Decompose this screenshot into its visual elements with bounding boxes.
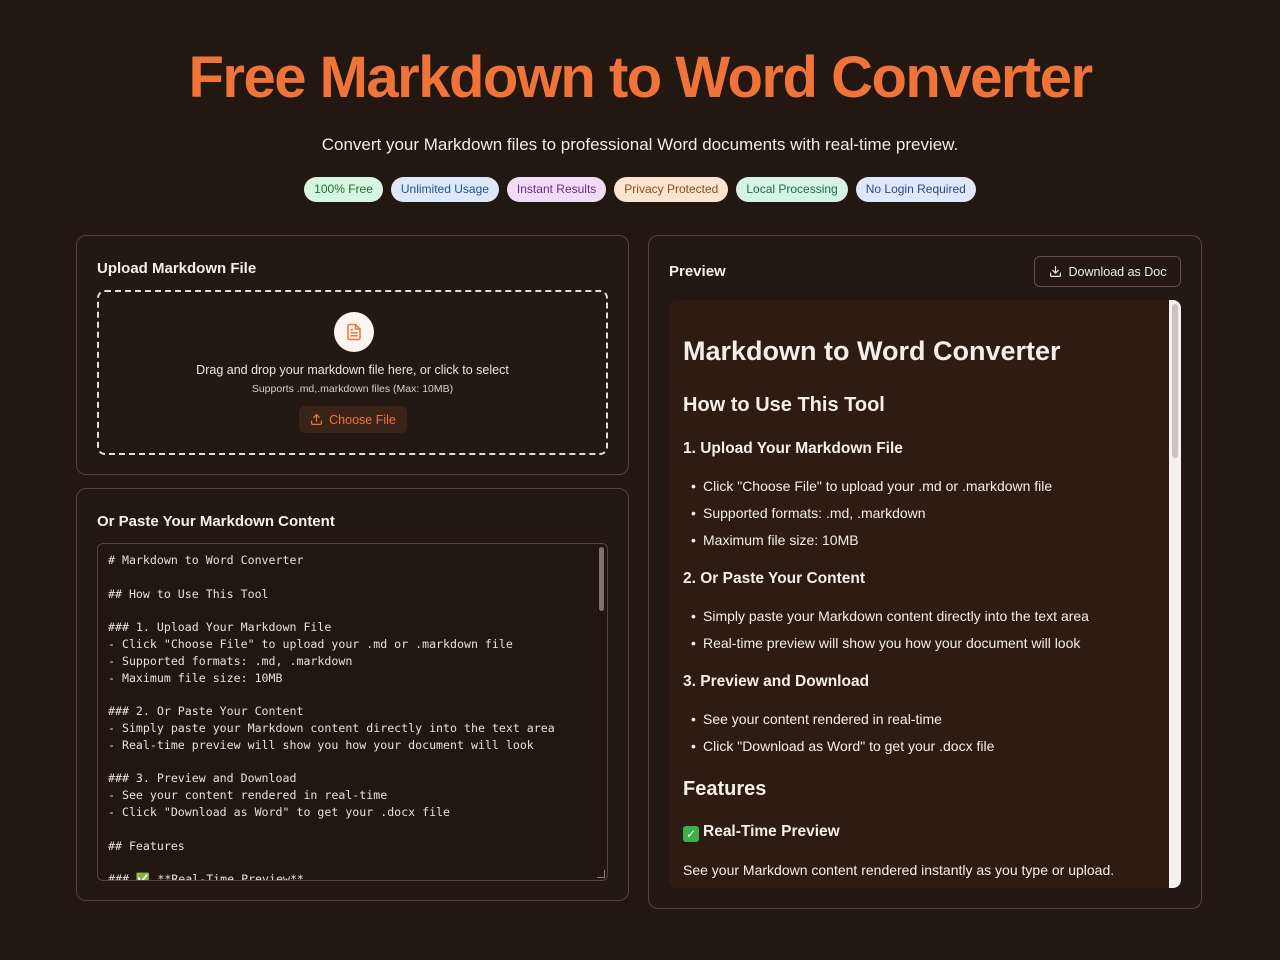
- choose-file-button[interactable]: Choose File: [299, 406, 407, 433]
- preview-heading-step1: 1. Upload Your Markdown File: [683, 440, 903, 457]
- upload-icon: [311, 414, 323, 425]
- download-doc-button[interactable]: Download as Doc: [1034, 256, 1181, 287]
- textarea-resize-handle[interactable]: [597, 870, 605, 878]
- badge-privacy: Privacy Protected: [614, 177, 729, 202]
- preview-heading-step3: 3. Preview and Download: [683, 673, 870, 690]
- preview-heading-step2: 2. Or Paste Your Content: [683, 570, 866, 587]
- badge-instant: Instant Results: [506, 177, 607, 202]
- upload-card-title: Upload Markdown File: [97, 260, 257, 277]
- choose-file-label: Choose File: [329, 412, 396, 427]
- file-icon: [334, 312, 374, 352]
- preview-scrollbar[interactable]: [1169, 300, 1181, 888]
- file-dropzone[interactable]: Drag and drop your markdown file here, o…: [97, 290, 608, 455]
- preview-heading-features: Features: [683, 778, 767, 800]
- badge-no-login: No Login Required: [855, 177, 976, 202]
- list-item: Maximum file size: 10MB: [691, 532, 859, 548]
- badge-free: 100% Free: [304, 177, 383, 202]
- download-icon: [1049, 266, 1061, 277]
- preview-heading-feature1: ✓ Real-Time Preview: [683, 823, 840, 842]
- preview-paragraph: See your Markdown content rendered insta…: [683, 862, 1115, 878]
- textarea-scrollbar[interactable]: [599, 547, 604, 611]
- markdown-content[interactable]: # Markdown to Word Converter ## How to U…: [108, 552, 593, 880]
- list-item: Simply paste your Markdown content direc…: [691, 608, 1089, 624]
- list-item: Click "Download as Word" to get your .do…: [691, 738, 994, 754]
- badge-local: Local Processing: [736, 177, 848, 202]
- page-subtitle: Convert your Markdown files to professio…: [321, 135, 959, 154]
- paste-card: Or Paste Your Markdown Content # Markdow…: [76, 488, 629, 901]
- feature1-title: Real-Time Preview: [703, 823, 840, 840]
- paste-card-title: Or Paste Your Markdown Content: [97, 513, 335, 530]
- preview-card-title: Preview: [669, 263, 726, 280]
- markdown-textarea[interactable]: # Markdown to Word Converter ## How to U…: [97, 543, 608, 881]
- page-title: Free Markdown to Word Converter: [188, 45, 1093, 110]
- preview-heading-1: Markdown to Word Converter: [683, 336, 1061, 366]
- preview-scroll-thumb[interactable]: [1172, 304, 1178, 458]
- feature-badges: 100% Free Unlimited Usage Instant Result…: [0, 177, 1280, 202]
- preview-card: Preview Download as Doc Markdown to Word…: [648, 235, 1202, 909]
- check-icon: ✓: [683, 826, 699, 842]
- upload-card: Upload Markdown File Drag and drop your …: [76, 235, 629, 475]
- preview-pane: Markdown to Word Converter How to Use Th…: [669, 300, 1181, 888]
- list-item: Real-time preview will show you how your…: [691, 635, 1080, 651]
- preview-heading-howto: How to Use This Tool: [683, 394, 885, 416]
- list-item: Click "Choose File" to upload your .md o…: [691, 478, 1052, 494]
- list-item: See your content rendered in real-time: [691, 711, 942, 727]
- dropzone-instructions: Drag and drop your markdown file here, o…: [196, 363, 509, 377]
- dropzone-hint: Supports .md,.markdown files (Max: 10MB): [251, 383, 454, 395]
- list-item: Supported formats: .md, .markdown: [691, 505, 926, 521]
- badge-unlimited: Unlimited Usage: [390, 177, 499, 202]
- download-doc-label: Download as Doc: [1068, 264, 1167, 279]
